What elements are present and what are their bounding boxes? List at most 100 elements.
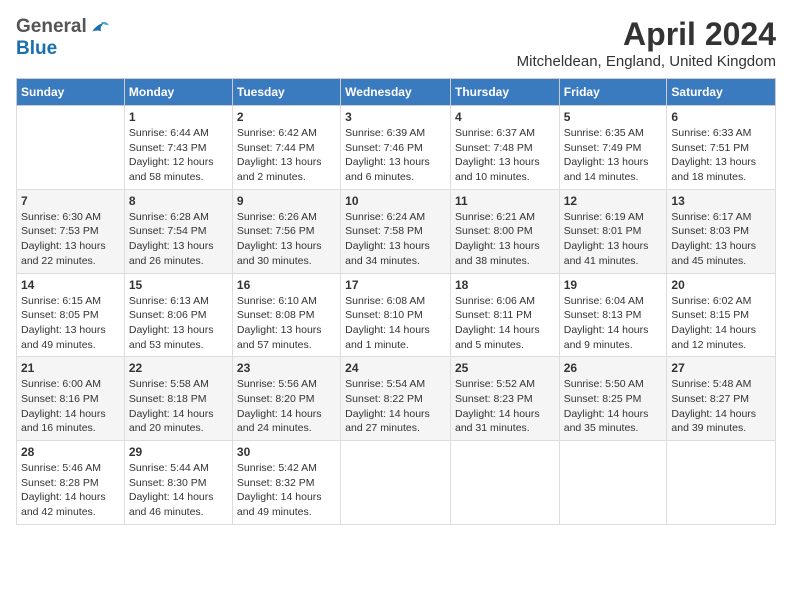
calendar-cell: 25 Sunrise: 5:52 AMSunset: 8:23 PMDayligh… <box>450 357 559 441</box>
title-area: April 2024 Mitcheldean, England, United … <box>517 16 776 70</box>
day-info: Sunrise: 6:44 AMSunset: 7:43 PMDaylight:… <box>129 126 228 185</box>
day-number: 2 <box>237 110 336 124</box>
day-number: 19 <box>564 278 663 292</box>
day-info: Sunrise: 6:26 AMSunset: 7:56 PMDaylight:… <box>237 210 336 269</box>
day-info: Sunrise: 6:02 AMSunset: 8:15 PMDaylight:… <box>671 294 771 353</box>
day-number: 10 <box>345 194 446 208</box>
day-info: Sunrise: 6:30 AMSunset: 7:53 PMDaylight:… <box>21 210 120 269</box>
column-header-saturday: Saturday <box>667 79 776 106</box>
calendar-cell: 10 Sunrise: 6:24 AMSunset: 7:58 PMDayligh… <box>341 189 451 273</box>
day-info: Sunrise: 5:50 AMSunset: 8:25 PMDaylight:… <box>564 377 663 436</box>
calendar-header-row: SundayMondayTuesdayWednesdayThursdayFrid… <box>17 79 776 106</box>
day-number: 14 <box>21 278 120 292</box>
calendar-cell: 7 Sunrise: 6:30 AMSunset: 7:53 PMDaylight… <box>17 189 125 273</box>
calendar-cell: 13 Sunrise: 6:17 AMSunset: 8:03 PMDayligh… <box>667 189 776 273</box>
day-info: Sunrise: 6:08 AMSunset: 8:10 PMDaylight:… <box>345 294 446 353</box>
calendar-cell: 26 Sunrise: 5:50 AMSunset: 8:25 PMDayligh… <box>559 357 667 441</box>
calendar-cell: 14Sunrise: 6:15 AMSunset: 8:05 PMDayligh… <box>17 273 125 357</box>
day-info: Sunrise: 5:58 AMSunset: 8:18 PMDaylight:… <box>129 377 228 436</box>
column-header-wednesday: Wednesday <box>341 79 451 106</box>
day-number: 20 <box>671 278 771 292</box>
calendar-cell: 3Sunrise: 6:39 AMSunset: 7:46 PMDaylight… <box>341 106 451 190</box>
day-number: 24 <box>345 361 446 375</box>
day-number: 25 <box>455 361 555 375</box>
day-info: Sunrise: 5:44 AMSunset: 8:30 PMDaylight:… <box>129 461 228 520</box>
column-header-sunday: Sunday <box>17 79 125 106</box>
calendar-cell: 27 Sunrise: 5:48 AMSunset: 8:27 PMDayligh… <box>667 357 776 441</box>
day-info: Sunrise: 6:28 AMSunset: 7:54 PMDaylight:… <box>129 210 228 269</box>
column-header-thursday: Thursday <box>450 79 559 106</box>
calendar-cell <box>667 441 776 525</box>
column-header-friday: Friday <box>559 79 667 106</box>
calendar-cell: 30Sunrise: 5:42 AMSunset: 8:32 PMDayligh… <box>232 441 340 525</box>
day-number: 26 <box>564 361 663 375</box>
calendar-week-5: 28Sunrise: 5:46 AMSunset: 8:28 PMDayligh… <box>17 441 776 525</box>
calendar-cell: 24 Sunrise: 5:54 AMSunset: 8:22 PMDayligh… <box>341 357 451 441</box>
calendar-cell: 2 Sunrise: 6:42 AMSunset: 7:44 PMDaylight… <box>232 106 340 190</box>
day-info: Sunrise: 5:54 AMSunset: 8:22 PMDaylight:… <box>345 377 446 436</box>
day-info: Sunrise: 6:37 AMSunset: 7:48 PMDaylight:… <box>455 126 555 185</box>
calendar-cell: 22 Sunrise: 5:58 AMSunset: 8:18 PMDayligh… <box>124 357 232 441</box>
day-number: 16 <box>237 278 336 292</box>
calendar-cell: 1Sunrise: 6:44 AMSunset: 7:43 PMDaylight… <box>124 106 232 190</box>
day-number: 13 <box>671 194 771 208</box>
day-info: Sunrise: 6:13 AMSunset: 8:06 PMDaylight:… <box>129 294 228 353</box>
calendar-cell: 8 Sunrise: 6:28 AMSunset: 7:54 PMDaylight… <box>124 189 232 273</box>
day-number: 12 <box>564 194 663 208</box>
day-number: 30 <box>237 445 336 459</box>
calendar-week-1: 1Sunrise: 6:44 AMSunset: 7:43 PMDaylight… <box>17 106 776 190</box>
logo-blue: Blue <box>16 38 57 60</box>
day-info: Sunrise: 5:56 AMSunset: 8:20 PMDaylight:… <box>237 377 336 436</box>
calendar-cell: 17 Sunrise: 6:08 AMSunset: 8:10 PMDayligh… <box>341 273 451 357</box>
day-number: 7 <box>21 194 120 208</box>
day-info: Sunrise: 6:21 AMSunset: 8:00 PMDaylight:… <box>455 210 555 269</box>
calendar-cell: 16Sunrise: 6:10 AMSunset: 8:08 PMDayligh… <box>232 273 340 357</box>
calendar-week-3: 14Sunrise: 6:15 AMSunset: 8:05 PMDayligh… <box>17 273 776 357</box>
day-number: 23 <box>237 361 336 375</box>
calendar-cell: 11 Sunrise: 6:21 AMSunset: 8:00 PMDayligh… <box>450 189 559 273</box>
location: Mitcheldean, England, United Kingdom <box>517 53 776 70</box>
day-number: 21 <box>21 361 120 375</box>
calendar-cell: 5 Sunrise: 6:35 AMSunset: 7:49 PMDaylight… <box>559 106 667 190</box>
day-number: 8 <box>129 194 228 208</box>
calendar-week-2: 7 Sunrise: 6:30 AMSunset: 7:53 PMDaylight… <box>17 189 776 273</box>
calendar-cell: 23 Sunrise: 5:56 AMSunset: 8:20 PMDayligh… <box>232 357 340 441</box>
day-number: 5 <box>564 110 663 124</box>
day-number: 15 <box>129 278 228 292</box>
day-info: Sunrise: 6:39 AMSunset: 7:46 PMDaylight:… <box>345 126 446 185</box>
day-number: 11 <box>455 194 555 208</box>
day-info: Sunrise: 6:35 AMSunset: 7:49 PMDaylight:… <box>564 126 663 185</box>
calendar-cell: 6Sunrise: 6:33 AMSunset: 7:51 PMDaylight… <box>667 106 776 190</box>
day-number: 6 <box>671 110 771 124</box>
day-number: 4 <box>455 110 555 124</box>
day-number: 27 <box>671 361 771 375</box>
calendar-cell: 15 Sunrise: 6:13 AMSunset: 8:06 PMDayligh… <box>124 273 232 357</box>
day-info: Sunrise: 6:42 AMSunset: 7:44 PMDaylight:… <box>237 126 336 185</box>
calendar-week-4: 21Sunrise: 6:00 AMSunset: 8:16 PMDayligh… <box>17 357 776 441</box>
day-number: 9 <box>237 194 336 208</box>
day-info: Sunrise: 6:04 AMSunset: 8:13 PMDaylight:… <box>564 294 663 353</box>
calendar-cell <box>341 441 451 525</box>
calendar-cell: 4 Sunrise: 6:37 AMSunset: 7:48 PMDaylight… <box>450 106 559 190</box>
day-info: Sunrise: 5:48 AMSunset: 8:27 PMDaylight:… <box>671 377 771 436</box>
logo-general: General <box>16 16 87 38</box>
month-title: April 2024 <box>517 16 776 53</box>
logo-bird-icon <box>88 16 110 38</box>
calendar-cell: 12 Sunrise: 6:19 AMSunset: 8:01 PMDayligh… <box>559 189 667 273</box>
day-number: 29 <box>129 445 228 459</box>
day-number: 22 <box>129 361 228 375</box>
calendar-cell: 29 Sunrise: 5:44 AMSunset: 8:30 PMDayligh… <box>124 441 232 525</box>
day-info: Sunrise: 6:17 AMSunset: 8:03 PMDaylight:… <box>671 210 771 269</box>
calendar-cell: 21Sunrise: 6:00 AMSunset: 8:16 PMDayligh… <box>17 357 125 441</box>
day-number: 17 <box>345 278 446 292</box>
calendar-cell: 19 Sunrise: 6:04 AMSunset: 8:13 PMDayligh… <box>559 273 667 357</box>
day-info: Sunrise: 6:19 AMSunset: 8:01 PMDaylight:… <box>564 210 663 269</box>
calendar-cell: 28Sunrise: 5:46 AMSunset: 8:28 PMDayligh… <box>17 441 125 525</box>
day-number: 18 <box>455 278 555 292</box>
logo: General Blue <box>16 16 110 60</box>
day-info: Sunrise: 5:46 AMSunset: 8:28 PMDaylight:… <box>21 461 120 520</box>
day-info: Sunrise: 6:24 AMSunset: 7:58 PMDaylight:… <box>345 210 446 269</box>
day-info: Sunrise: 5:52 AMSunset: 8:23 PMDaylight:… <box>455 377 555 436</box>
calendar-cell: 18Sunrise: 6:06 AMSunset: 8:11 PMDayligh… <box>450 273 559 357</box>
column-header-tuesday: Tuesday <box>232 79 340 106</box>
